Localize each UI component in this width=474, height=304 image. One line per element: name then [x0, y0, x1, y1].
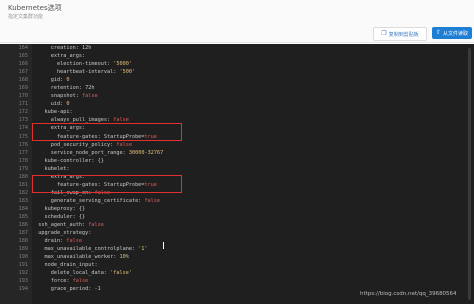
code-line: 164 creation: 12h [0, 44, 474, 52]
code-line: 193 force: false [0, 277, 474, 285]
code-line: 186 ssh_agent_auth: false [0, 221, 474, 229]
line-number: 184 [18, 205, 28, 212]
code-text: uid: 0 [32, 101, 70, 108]
read-button-label: 从文件读取 [443, 30, 469, 37]
page-title: Kubernetes选项 [8, 4, 62, 12]
code-text: election-timeout: '5000' [32, 61, 132, 68]
code-text: kubeproxy: {} [32, 205, 86, 212]
line-number: 174 [18, 125, 28, 132]
line-number: 193 [18, 278, 28, 285]
code-line: 169 retention: 72h [0, 84, 474, 92]
code-text: kube-controller: {} [32, 157, 104, 164]
code-text: upgrade_strategy: [32, 230, 92, 237]
line-number: 191 [18, 262, 28, 269]
code-text: retention: 72h [32, 85, 95, 92]
line-number: 166 [18, 61, 28, 68]
code-text: delete_local_data: 'false' [32, 270, 132, 277]
code-line: 190 max_unavailable_worker: 10% [0, 253, 474, 261]
editor-scrollbar[interactable] [468, 48, 471, 300]
line-number: 187 [18, 230, 28, 237]
code-text: service_node_port_range: 30000-32767 [32, 149, 164, 156]
code-line: 192 delete_local_data: 'false' [0, 269, 474, 277]
highlight-box-kube-api-feature-gates [32, 123, 182, 141]
code-lines: 164 creation: 12h 165 extra_args: 166 elec… [0, 44, 474, 293]
code-text: max_unavailable_controlplane: '1' [32, 246, 148, 253]
line-number: 164 [18, 45, 28, 51]
code-line: 177 service_node_port_range: 30000-32767 [0, 149, 474, 157]
code-line: 168 gid: 0 [0, 76, 474, 84]
line-number: 167 [18, 69, 28, 76]
code-line: 172 kube-api: [0, 108, 474, 116]
code-text: heartbeat-interval: '500' [32, 69, 136, 76]
code-text: max_unavailable_worker: 10% [32, 254, 129, 261]
code-line: 191 node_drain_input: [0, 261, 474, 269]
line-number: 173 [18, 117, 28, 124]
copy-to-clipboard-button[interactable]: ❐ 复制到剪贴板 [373, 27, 427, 41]
copy-button-label: 复制到剪贴板 [388, 31, 419, 38]
line-number: 175 [18, 133, 28, 140]
line-number: 181 [18, 181, 28, 188]
line-number: 192 [18, 270, 28, 277]
upload-icon: ⇧ [435, 29, 441, 36]
code-line: 185 scheduler: {} [0, 213, 474, 221]
line-number: 177 [18, 149, 28, 156]
code-text: kube-api: [32, 109, 73, 116]
code-line: 170 snapshot: false [0, 92, 474, 100]
code-line: 166 election-timeout: '5000' [0, 60, 474, 68]
line-number: 194 [18, 286, 28, 293]
line-number: 182 [18, 189, 28, 196]
code-text: generate_serving_certificate: false [32, 197, 161, 204]
line-number: 185 [18, 213, 28, 220]
code-text: gid: 0 [32, 77, 70, 84]
code-line: 189 max_unavailable_controlplane: '1' [0, 245, 474, 253]
page-subtitle: 指定文集群功能 [8, 14, 44, 20]
line-number: 180 [18, 173, 28, 180]
line-number: 171 [18, 101, 28, 108]
watermark-url: https://blog.csdn.net/qq_39680564 [360, 291, 457, 297]
code-line: 165 extra_args: [0, 52, 474, 60]
line-number: 179 [18, 165, 28, 172]
code-text: force: false [32, 278, 89, 285]
line-number: 188 [18, 238, 28, 245]
code-line: 171 uid: 0 [0, 100, 474, 108]
code-text: extra_args: [32, 53, 86, 60]
line-number: 186 [18, 222, 28, 229]
code-line: 176 pod_security_policy: false [0, 141, 474, 149]
code-text: snapshot: false [32, 93, 98, 100]
code-text: drain: false [32, 238, 82, 245]
code-line: 167 heartbeat-interval: '500' [0, 68, 474, 76]
code-text: grace_period: -1 [32, 286, 101, 293]
line-number: 165 [18, 53, 28, 60]
line-number: 190 [18, 254, 28, 261]
code-line: 183 generate_serving_certificate: false [0, 197, 474, 205]
code-line: 178 kube-controller: {} [0, 157, 474, 165]
code-text: ssh_agent_auth: false [32, 222, 104, 229]
line-number: 172 [18, 109, 28, 116]
dialog-header: Kubernetes选项 指定文集群功能 ❐ 复制到剪贴板 ⇧ 从文件读取 [0, 0, 474, 43]
code-text: creation: 12h [32, 45, 92, 51]
code-line: 187 upgrade_strategy: [0, 229, 474, 237]
line-number: 189 [18, 246, 28, 253]
line-number: 178 [18, 157, 28, 164]
line-number: 183 [18, 197, 28, 204]
text-cursor [163, 242, 164, 249]
highlight-box-kubelet-feature-gates [32, 175, 182, 193]
code-text: pod_security_policy: false [32, 141, 132, 148]
line-number: 170 [18, 93, 28, 100]
code-text: kubelet: [32, 165, 70, 172]
yaml-editor[interactable]: 164 creation: 12h 165 extra_args: 166 elec… [0, 44, 474, 304]
code-text: node_drain_input: [32, 262, 98, 269]
code-line: 179 kubelet: [0, 165, 474, 173]
line-number: 169 [18, 85, 28, 92]
line-number: 176 [18, 141, 28, 148]
copy-icon: ❐ [381, 30, 387, 37]
code-text: scheduler: {} [32, 213, 86, 220]
code-line: 184 kubeproxy: {} [0, 205, 474, 213]
code-line: 188 drain: false [0, 237, 474, 245]
read-from-file-button[interactable]: ⇧ 从文件读取 [432, 27, 472, 39]
line-number: 168 [18, 77, 28, 84]
